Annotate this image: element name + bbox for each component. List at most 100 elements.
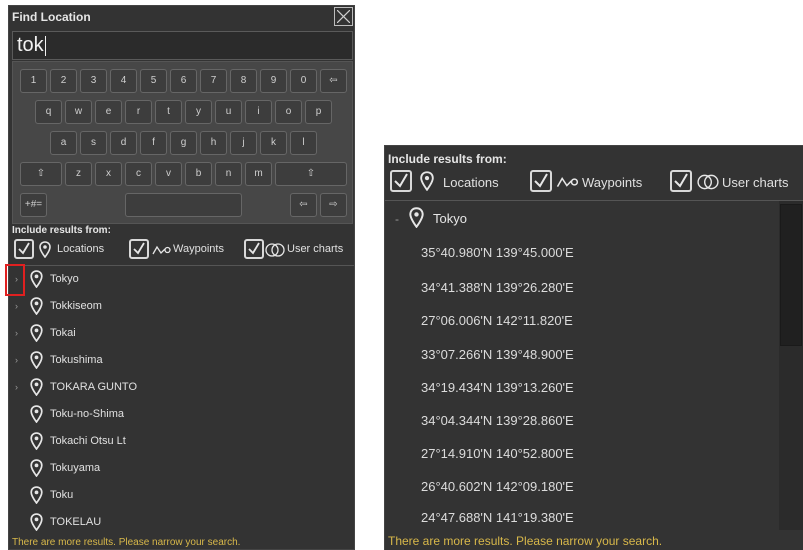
key-u[interactable]: u — [215, 100, 242, 124]
key-arrow-right[interactable]: ⇨ — [320, 193, 347, 217]
key-e[interactable]: e — [95, 100, 122, 124]
user-charts-checkbox[interactable] — [244, 239, 264, 259]
key-r[interactable]: r — [125, 100, 152, 124]
key-5[interactable]: 5 — [140, 69, 167, 93]
expand-chevron-icon[interactable]: › — [15, 355, 18, 365]
list-item-label: Toku — [50, 489, 74, 501]
key-o[interactable]: o — [275, 100, 302, 124]
scrollbar[interactable] — [779, 201, 803, 530]
coordinate-item[interactable]: 26°40.602'N 142°09.180'E — [421, 479, 574, 494]
list-item-label: Tokuyama — [50, 462, 101, 474]
list-item[interactable]: Tokuyama — [9, 455, 354, 482]
key-space[interactable] — [125, 193, 242, 217]
key-t[interactable]: t — [155, 100, 182, 124]
key-g[interactable]: g — [170, 131, 197, 155]
pin-icon — [30, 513, 43, 531]
list-item[interactable]: Toku-no-Shima — [9, 401, 354, 428]
list-item[interactable]: › Tokkiseom — [9, 293, 354, 320]
key-9[interactable]: 9 — [260, 69, 287, 93]
list-item[interactable]: Toku — [9, 482, 354, 509]
search-input[interactable]: tok — [12, 31, 353, 60]
text-caret — [44, 35, 46, 56]
user-charts-icon — [697, 174, 719, 190]
key-0[interactable]: 0 — [290, 69, 317, 93]
coordinate-item[interactable]: 33°07.266'N 139°48.900'E — [421, 347, 574, 362]
key-6[interactable]: 6 — [170, 69, 197, 93]
pin-icon — [39, 241, 51, 258]
pin-icon — [30, 459, 43, 477]
scrollbar-thumb[interactable] — [780, 204, 802, 346]
find-location-dialog: Find Location tok 1 2 3 4 5 6 7 8 9 0 ⇦ … — [5, 5, 355, 550]
key-1[interactable]: 1 — [20, 69, 47, 93]
key-2[interactable]: 2 — [50, 69, 77, 93]
expand-chevron-icon[interactable]: › — [15, 382, 18, 392]
key-i[interactable]: i — [245, 100, 272, 124]
expand-chevron-icon[interactable]: › — [15, 328, 18, 338]
key-shift-right[interactable]: ⇧ — [275, 162, 347, 186]
waypoints-checkbox[interactable] — [129, 239, 149, 259]
coordinate-item[interactable]: 24°47.688'N 141°19.380'E — [421, 510, 574, 525]
coordinate-item[interactable]: 27°14.910'N 140°52.800'E — [421, 446, 574, 461]
pin-icon — [30, 270, 43, 288]
coordinate-item[interactable]: 34°19.434'N 139°13.260'E — [421, 380, 574, 395]
pin-icon — [30, 324, 43, 342]
filter-bar: Locations Waypoints User charts — [12, 239, 353, 261]
list-item[interactable]: › Tokai — [9, 320, 354, 347]
key-3[interactable]: 3 — [80, 69, 107, 93]
key-b[interactable]: b — [185, 162, 212, 186]
narrow-search-notice: There are more results. Please narrow yo… — [12, 537, 241, 548]
key-v[interactable]: v — [155, 162, 182, 186]
key-f[interactable]: f — [140, 131, 167, 155]
key-q[interactable]: q — [35, 100, 62, 124]
key-y[interactable]: y — [185, 100, 212, 124]
key-x[interactable]: x — [95, 162, 122, 186]
key-4[interactable]: 4 — [110, 69, 137, 93]
list-item[interactable]: TOKELAU — [9, 509, 354, 536]
key-h[interactable]: h — [200, 131, 227, 155]
list-item[interactable]: › Tokyo — [5, 264, 354, 296]
key-arrow-left[interactable]: ⇦ — [290, 193, 317, 217]
filter-label-locations: Locations — [443, 175, 499, 190]
locations-checkbox[interactable] — [390, 170, 412, 192]
key-p[interactable]: p — [305, 100, 332, 124]
checkmark-icon — [394, 173, 408, 188]
user-charts-checkbox[interactable] — [670, 170, 692, 192]
key-shift-left[interactable]: ⇧ — [20, 162, 62, 186]
key-w[interactable]: w — [65, 100, 92, 124]
key-s[interactable]: s — [80, 131, 107, 155]
key-k[interactable]: k — [260, 131, 287, 155]
pin-icon — [420, 171, 434, 191]
list-item[interactable]: › TOKARA GUNTO — [9, 374, 354, 401]
key-7[interactable]: 7 — [200, 69, 227, 93]
collapse-icon[interactable]: - — [395, 212, 399, 226]
locations-checkbox[interactable] — [14, 239, 34, 259]
list-item-label: Tokachi Otsu Lt — [50, 435, 126, 447]
key-c[interactable]: c — [125, 162, 152, 186]
key-symbols[interactable]: +#= — [20, 193, 47, 217]
coordinate-item[interactable]: 27°06.006'N 142°11.820'E — [421, 313, 573, 328]
list-item-expanded[interactable]: - Tokyo — [385, 204, 803, 232]
list-item[interactable]: Tokachi Otsu Lt — [9, 428, 354, 455]
key-z[interactable]: z — [65, 162, 92, 186]
expand-chevron-icon[interactable]: › — [15, 274, 18, 284]
list-item-label: Tokyo — [50, 273, 79, 285]
key-d[interactable]: d — [110, 131, 137, 155]
filter-bar: Locations Waypoints User charts — [390, 170, 803, 196]
pin-icon — [30, 405, 43, 423]
key-8[interactable]: 8 — [230, 69, 257, 93]
key-l[interactable]: l — [290, 131, 317, 155]
key-n[interactable]: n — [215, 162, 242, 186]
coordinate-item[interactable]: 34°04.344'N 139°28.860'E — [421, 413, 574, 428]
list-item[interactable]: › Tokushima — [9, 347, 354, 374]
list-item-label: Tokkiseom — [50, 300, 102, 312]
key-m[interactable]: m — [245, 162, 272, 186]
key-backspace[interactable]: ⇦ — [320, 69, 347, 93]
divider — [385, 200, 803, 201]
close-button[interactable] — [334, 7, 353, 26]
waypoints-checkbox[interactable] — [530, 170, 552, 192]
key-a[interactable]: a — [50, 131, 77, 155]
coordinate-item[interactable]: 34°41.388'N 139°26.280'E — [421, 280, 574, 295]
expand-chevron-icon[interactable]: › — [15, 301, 18, 311]
coordinate-item[interactable]: 35°40.980'N 139°45.000'E — [421, 245, 574, 260]
key-j[interactable]: j — [230, 131, 257, 155]
